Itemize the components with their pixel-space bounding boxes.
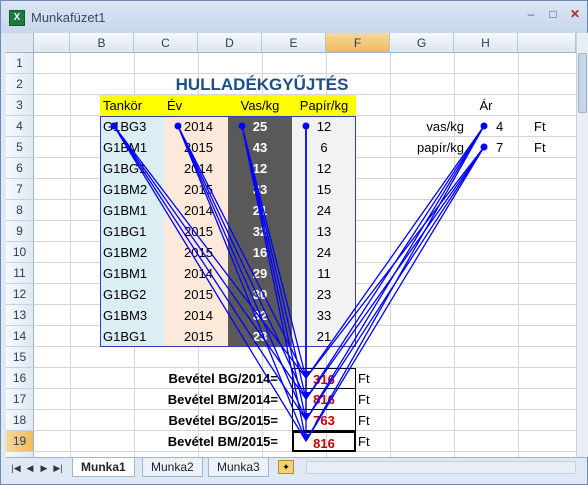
close-button[interactable]: ✕ — [565, 5, 585, 23]
trace-source-dot — [480, 143, 488, 151]
worksheet-grid[interactable]: B C D E F G H 1 2 3 4 5 6 7 8 9 10 11 12… — [6, 33, 576, 457]
trace-source-dot — [480, 122, 488, 130]
excel-window: X Munkafüzet1 – □ ✕ B C D E F G H 1 2 3 … — [0, 0, 588, 485]
next-sheet-icon[interactable]: ▶ — [38, 461, 50, 475]
trace-source-dot — [174, 122, 182, 130]
trace-arrow-line — [305, 125, 485, 379]
trace-arrow-line — [113, 125, 307, 379]
trace-arrow-head — [301, 434, 311, 442]
last-sheet-icon[interactable]: ▶| — [52, 461, 64, 475]
minimize-button[interactable]: – — [521, 5, 541, 23]
trace-arrow-line — [113, 125, 307, 442]
precedent-trace-arrows — [110, 122, 488, 442]
trace-arrow-line — [305, 125, 485, 442]
trace-arrow-line — [241, 125, 307, 400]
trace-arrow-line — [305, 146, 485, 442]
maximize-button[interactable]: □ — [543, 5, 563, 23]
trace-arrow-line — [305, 125, 485, 421]
vertical-scrollbar[interactable] — [576, 33, 588, 457]
trace-arrow-line — [177, 125, 307, 421]
excel-icon[interactable]: X — [9, 10, 25, 26]
trace-arrow-line — [113, 125, 307, 421]
tab-munka3[interactable]: Munka3 — [208, 458, 269, 477]
trace-source-dot — [302, 122, 310, 130]
window-title: Munkafüzet1 — [31, 10, 106, 25]
title-bar: X Munkafüzet1 – □ ✕ — [1, 1, 587, 33]
horizontal-scrollbar[interactable] — [306, 461, 576, 474]
tab-munka1[interactable]: Munka1 — [72, 458, 135, 477]
first-sheet-icon[interactable]: |◀ — [10, 461, 22, 475]
insert-sheet-icon[interactable]: ✦ — [278, 460, 294, 474]
sheet-tab-bar: |◀ ◀ ▶ ▶| Munka1 Munka2 Munka3 ✦ — [6, 457, 587, 478]
vertical-scroll-thumb[interactable] — [578, 53, 587, 113]
tab-munka2[interactable]: Munka2 — [142, 458, 203, 477]
trace-arrow-line — [177, 125, 307, 379]
trace-source-dot — [238, 122, 246, 130]
trace-arrow-line — [177, 125, 307, 442]
prev-sheet-icon[interactable]: ◀ — [24, 461, 36, 475]
trace-arrow-line — [305, 125, 485, 400]
trace-source-dot — [110, 122, 118, 130]
trace-arrow-line — [241, 125, 307, 379]
